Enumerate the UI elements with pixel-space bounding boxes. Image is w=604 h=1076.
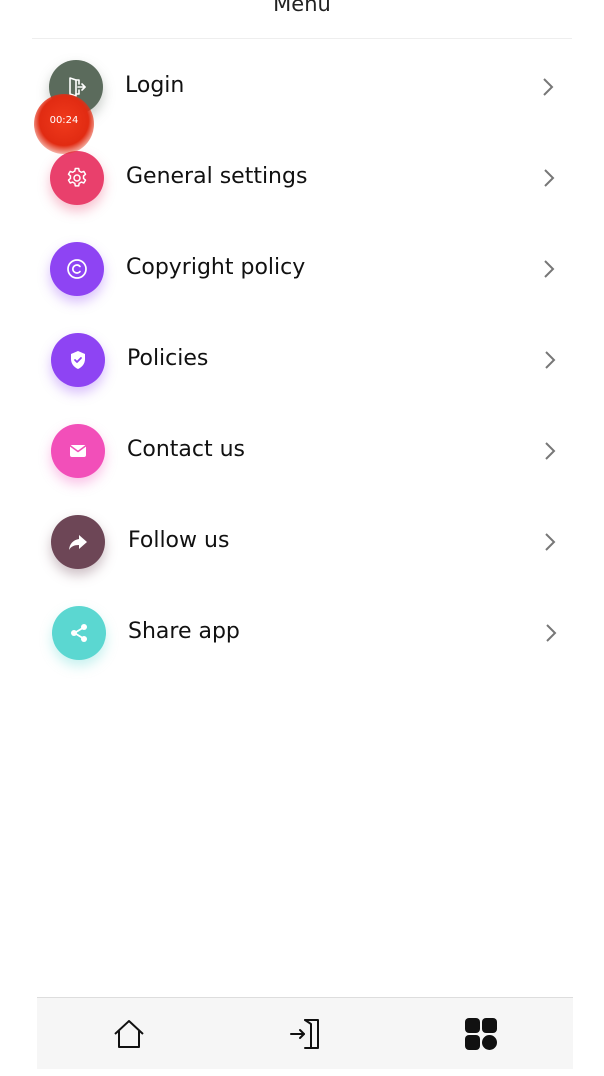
- header-divider: [32, 38, 572, 39]
- gear-icon: [50, 151, 104, 205]
- home-icon: [114, 1020, 144, 1048]
- timer-text: 00:24: [49, 115, 79, 126]
- chevron-right-icon: [545, 351, 556, 369]
- recording-timer-badge[interactable]: 00:24: [34, 94, 94, 154]
- chevron-right-icon: [545, 533, 556, 551]
- nav-login-button[interactable]: [285, 1014, 325, 1054]
- menu-item-copyright-policy[interactable]: Copyright policy: [0, 224, 604, 314]
- nav-menu-button[interactable]: [461, 1014, 501, 1054]
- copyright-icon: [50, 242, 104, 296]
- menu-item-label: Policies: [127, 346, 209, 371]
- nav-home-button[interactable]: [109, 1014, 149, 1054]
- envelope-icon: [51, 424, 105, 478]
- share-arrow-icon: [51, 515, 105, 569]
- chevron-right-icon: [544, 260, 555, 278]
- chevron-right-icon: [544, 169, 555, 187]
- header: Menu: [0, 0, 604, 40]
- chevron-right-icon: [543, 78, 554, 96]
- chevron-right-icon: [545, 442, 556, 460]
- page-title: Menu: [273, 0, 331, 16]
- menu-item-label: Follow us: [128, 528, 230, 553]
- menu-item-label: Contact us: [127, 437, 245, 462]
- grid-menu-icon: [465, 1018, 497, 1050]
- menu-item-policies[interactable]: Policies: [0, 315, 604, 405]
- shield-check-icon: [51, 333, 105, 387]
- menu-item-label: General settings: [126, 164, 308, 189]
- bottom-nav: [37, 997, 573, 1069]
- login-icon: [290, 1019, 319, 1049]
- menu-item-contact-us[interactable]: Contact us: [0, 406, 604, 496]
- menu-item-label: Share app: [128, 619, 240, 644]
- menu-item-general-settings[interactable]: General settings: [0, 133, 604, 223]
- menu-item-label: Login: [125, 73, 185, 98]
- chevron-right-icon: [546, 624, 557, 642]
- menu-item-follow-us[interactable]: Follow us: [0, 497, 604, 587]
- menu-item-share-app[interactable]: Share app: [0, 588, 604, 678]
- menu-item-label: Copyright policy: [126, 255, 306, 280]
- share-nodes-icon: [52, 606, 106, 660]
